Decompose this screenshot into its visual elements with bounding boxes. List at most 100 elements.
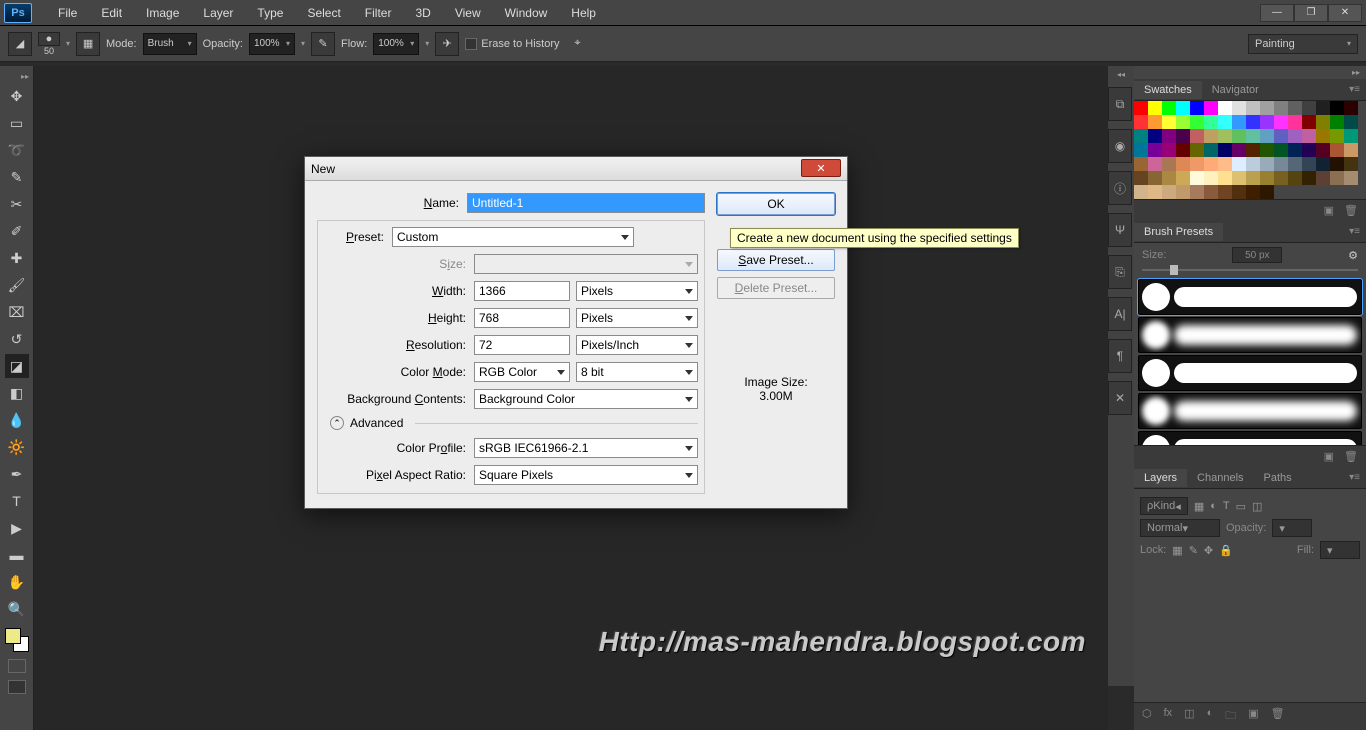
minimize-button[interactable]: — [1260, 4, 1294, 22]
brush-settings-toggle-icon[interactable]: ⚙ [1348, 249, 1358, 262]
swatch[interactable] [1190, 157, 1204, 171]
menu-layer[interactable]: Layer [191, 4, 245, 22]
swatch[interactable] [1232, 129, 1246, 143]
bgcontents-select[interactable]: Background Color [474, 389, 698, 409]
resolution-unit-select[interactable]: Pixels/Inch [576, 335, 698, 355]
swatch[interactable] [1218, 143, 1232, 157]
layers-menu-icon[interactable]: ▾≡ [1343, 472, 1366, 483]
path-select-tool[interactable]: ▶ [5, 516, 29, 540]
brush-panel-toggle-icon[interactable]: ▦ [76, 32, 100, 56]
flow-field[interactable]: 100%▾ [373, 33, 419, 55]
swatch[interactable] [1344, 101, 1358, 115]
swatch[interactable] [1288, 171, 1302, 185]
delete-brush-icon[interactable]: 🗑 [1344, 450, 1358, 463]
swatch[interactable] [1330, 143, 1344, 157]
menu-image[interactable]: Image [134, 4, 191, 22]
history-brush-tool[interactable]: ↺ [5, 327, 29, 351]
brush-size-field[interactable]: 50 px [1232, 247, 1282, 263]
filter-pixel-icon[interactable]: ▦ [1194, 500, 1204, 513]
color-swatches[interactable] [5, 628, 29, 652]
swatch[interactable] [1134, 157, 1148, 171]
swatch[interactable] [1316, 115, 1330, 129]
brush-menu-icon[interactable]: ▾≡ [1343, 226, 1366, 237]
colordepth-select[interactable]: 8 bit [576, 362, 698, 382]
advanced-toggle[interactable]: ⌃Advanced [330, 416, 698, 430]
eraser-tool[interactable]: ◪ [5, 354, 29, 378]
save-preset-button[interactable]: Save Preset... [717, 249, 835, 271]
dodge-tool[interactable]: 🔆 [5, 435, 29, 459]
swatch[interactable] [1344, 143, 1358, 157]
colorprofile-select[interactable]: sRGB IEC61966-2.1 [474, 438, 698, 458]
swatch[interactable] [1260, 157, 1274, 171]
pen-tool[interactable]: ✒ [5, 462, 29, 486]
dialog-titlebar[interactable]: New ✕ [305, 157, 847, 181]
swatch[interactable] [1218, 171, 1232, 185]
toolbox-collapse-icon[interactable]: ▸▸ [21, 72, 29, 81]
swatch[interactable] [1288, 129, 1302, 143]
quick-select-tool[interactable]: ✎ [5, 165, 29, 189]
swatch[interactable] [1274, 171, 1288, 185]
swatch[interactable] [1148, 129, 1162, 143]
tab-layers[interactable]: Layers [1134, 469, 1187, 487]
swatch[interactable] [1232, 157, 1246, 171]
swatch[interactable] [1232, 185, 1246, 199]
crop-tool[interactable]: ✂ [5, 192, 29, 216]
swatch[interactable] [1218, 129, 1232, 143]
layer-filter-kind[interactable]: ρ Kind ◂ [1140, 497, 1188, 515]
swatch[interactable] [1232, 171, 1246, 185]
tab-swatches[interactable]: Swatches [1134, 81, 1202, 99]
swatch[interactable] [1260, 101, 1274, 115]
swatch[interactable] [1330, 129, 1344, 143]
swatch[interactable] [1260, 115, 1274, 129]
swatch[interactable] [1148, 171, 1162, 185]
dock-tools-icon[interactable]: ✕ [1108, 381, 1132, 415]
new-brush-icon[interactable]: ▣ [1324, 450, 1334, 463]
swatch[interactable] [1288, 157, 1302, 171]
panels-collapse-icon[interactable]: ▸▸ [1346, 66, 1366, 79]
swatch[interactable] [1246, 171, 1260, 185]
swatch[interactable] [1162, 115, 1176, 129]
height-unit-select[interactable]: Pixels [576, 308, 698, 328]
new-swatch-icon[interactable]: ▣ [1324, 204, 1334, 217]
mode-select[interactable]: Brush ▾ [143, 33, 197, 55]
dock-color-icon[interactable]: ◉ [1108, 129, 1132, 163]
brush-preset-item[interactable] [1138, 355, 1362, 391]
swatch[interactable] [1204, 143, 1218, 157]
swatch[interactable] [1330, 115, 1344, 129]
move-tool[interactable]: ✥ [5, 84, 29, 108]
swatch[interactable] [1232, 143, 1246, 157]
par-select[interactable]: Square Pixels [474, 465, 698, 485]
swatch[interactable] [1190, 185, 1204, 199]
opacity-field[interactable]: 100%▾ [249, 33, 295, 55]
swatch[interactable] [1316, 101, 1330, 115]
resolution-input[interactable] [474, 335, 570, 355]
swatch[interactable] [1246, 157, 1260, 171]
menu-file[interactable]: File [46, 4, 89, 22]
swatch[interactable] [1134, 115, 1148, 129]
rectangle-tool[interactable]: ▬ [5, 543, 29, 567]
close-button[interactable]: ✕ [1328, 4, 1362, 22]
swatch[interactable] [1302, 129, 1316, 143]
swatch[interactable] [1176, 157, 1190, 171]
menu-view[interactable]: View [443, 4, 493, 22]
layer-mask-icon[interactable]: ◫ [1184, 707, 1194, 726]
swatch[interactable] [1344, 171, 1358, 185]
layer-style-icon[interactable]: fx [1164, 707, 1173, 726]
swatch[interactable] [1148, 115, 1162, 129]
swatch[interactable] [1190, 101, 1204, 115]
swatch[interactable] [1162, 101, 1176, 115]
dialog-close-button[interactable]: ✕ [801, 159, 841, 177]
swatch[interactable] [1204, 185, 1218, 199]
lock-all-icon[interactable]: 🔒 [1219, 544, 1233, 557]
brush-preset-item[interactable] [1138, 431, 1362, 445]
swatch[interactable] [1204, 115, 1218, 129]
colormode-select[interactable]: RGB Color [474, 362, 570, 382]
swatch[interactable] [1330, 101, 1344, 115]
swatch[interactable] [1260, 185, 1274, 199]
swatch[interactable] [1288, 101, 1302, 115]
airbrush-icon[interactable]: ✈ [435, 32, 459, 56]
dock-brush-icon[interactable]: Ψ [1108, 213, 1132, 247]
brush-preview-icon[interactable]: ● [38, 32, 60, 46]
swatch[interactable] [1162, 185, 1176, 199]
zoom-tool[interactable]: 🔍 [5, 597, 29, 621]
